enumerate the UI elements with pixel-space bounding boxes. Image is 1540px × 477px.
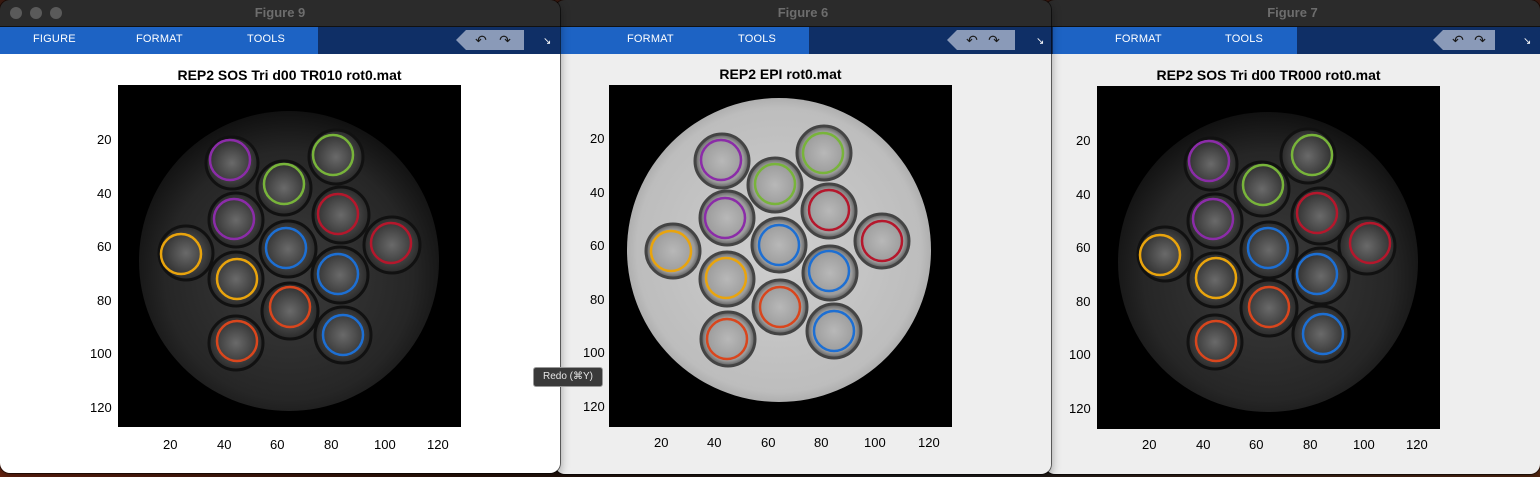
y-tick: 120 [583,399,605,414]
axes-title: REP2 EPI rot0.mat [719,66,842,82]
window-title: Figure 7 [1267,5,1318,20]
redo-arrow-icon[interactable]: ↷ [496,31,514,49]
dock-arrow-icon[interactable]: ↘ [1036,36,1044,47]
undo-redo-group: ↶ ↷ [456,30,524,50]
x-tick: 40 [217,437,232,452]
y-tick: 60 [1076,240,1091,255]
tab-format[interactable]: FORMAT [627,33,674,45]
x-tick: 60 [1249,437,1264,452]
tab-tools[interactable]: TOOLS [1225,33,1263,45]
x-tick: 60 [270,437,285,452]
y-tick: 100 [90,346,112,361]
y-tick: 60 [590,238,605,253]
y-tick: 100 [1069,347,1091,362]
y-tick: 40 [590,185,605,200]
figure-canvas: REP2 SOS Tri d00 TR000 rot0.mat 20 40 60… [1045,54,1540,474]
y-tick: 40 [97,186,112,201]
title-bar[interactable]: Figure 7 [1045,0,1540,27]
y-tick: 80 [590,292,605,307]
x-tick: 120 [427,437,449,452]
y-tick: 40 [1076,187,1091,202]
figure-window-9[interactable]: Figure 9 FIGURE FORMAT TOOLS ↶ ↷ ↘ REP2 … [0,0,560,473]
y-tick: 20 [97,132,112,147]
figure-window-7[interactable]: Figure 7 FORMAT TOOLS ↶ ↷ ↘ REP2 SOS Tri… [1045,0,1540,474]
undo-redo-group: ↶ ↷ [947,30,1015,50]
redo-arrow-icon[interactable]: ↷ [1471,31,1489,49]
mri-image[interactable] [1097,86,1440,429]
figure-window-6[interactable]: Figure 6 FORMAT TOOLS ↶ ↷ ↘ REP2 EPI rot… [555,0,1051,474]
tab-format[interactable]: FORMAT [136,33,183,45]
tab-tools[interactable]: TOOLS [247,33,285,45]
undo-arrow-icon[interactable]: ↶ [1449,31,1467,49]
undo-arrow-icon[interactable]: ↶ [963,31,981,49]
figure-toolstrip: FIGURE FORMAT TOOLS ↶ ↷ ↘ [0,27,560,54]
y-tick: 120 [1069,401,1091,416]
x-tick: 40 [707,435,722,450]
figure-toolstrip: FORMAT TOOLS ↶ ↷ ↘ [555,27,1051,54]
dock-arrow-icon[interactable]: ↘ [543,36,551,47]
x-tick: 20 [654,435,669,450]
x-tick: 120 [1406,437,1428,452]
menu-tabs: FORMAT TOOLS [1053,27,1297,54]
tab-tools[interactable]: TOOLS [738,33,776,45]
x-tick: 100 [1353,437,1375,452]
figure-canvas: REP2 SOS Tri d00 TR010 rot0.mat 20 40 60… [0,54,560,473]
tab-figure[interactable]: FIGURE [33,33,76,45]
tab-format[interactable]: FORMAT [1115,33,1162,45]
undo-redo-group: ↶ ↷ [1433,30,1495,50]
menu-tabs: FORMAT TOOLS [555,27,809,54]
y-tick: 60 [97,239,112,254]
y-tick: 80 [1076,294,1091,309]
title-bar[interactable]: Figure 9 [0,0,560,27]
dock-arrow-icon[interactable]: ↘ [1523,36,1531,47]
axes-title: REP2 SOS Tri d00 TR000 rot0.mat [1156,67,1381,83]
y-tick: 120 [90,400,112,415]
figure-canvas: REP2 EPI rot0.mat 20 40 60 80 100 120 20… [555,54,1051,474]
y-tick: 100 [583,345,605,360]
x-tick: 80 [324,437,339,452]
redo-arrow-icon[interactable]: ↷ [985,31,1003,49]
x-tick: 100 [374,437,396,452]
title-bar[interactable]: Figure 6 [555,0,1051,27]
x-tick: 120 [918,435,940,450]
x-tick: 80 [1303,437,1318,452]
y-tick: 20 [1076,133,1091,148]
x-tick: 40 [1196,437,1211,452]
figure-toolstrip: FORMAT TOOLS ↶ ↷ ↘ [1045,27,1540,54]
x-tick: 20 [163,437,178,452]
y-tick: 20 [590,131,605,146]
mri-image[interactable] [609,85,952,427]
x-tick: 60 [761,435,776,450]
window-title: Figure 6 [777,5,829,20]
x-tick: 20 [1142,437,1157,452]
axes-title: REP2 SOS Tri d00 TR010 rot0.mat [177,67,402,83]
undo-arrow-icon[interactable]: ↶ [472,31,490,49]
mri-image[interactable] [118,85,461,427]
x-tick: 80 [814,435,829,450]
redo-tooltip: Redo (⌘Y) [533,367,603,387]
y-tick: 80 [97,293,112,308]
x-tick: 100 [864,435,886,450]
menu-tabs: FIGURE FORMAT TOOLS [0,27,318,54]
window-title: Figure 9 [254,5,306,20]
